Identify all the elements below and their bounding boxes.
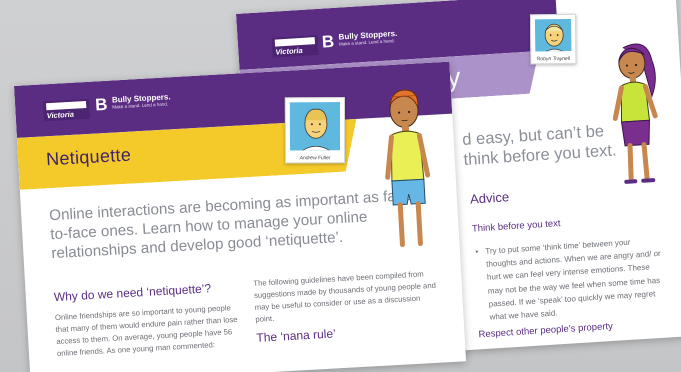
victoria-logo-text: Victoria [46,109,75,121]
author-photo: Andrew Fuller [284,97,346,164]
victoria-flag-icon [274,37,316,47]
advice-heading: Advice [469,189,510,207]
screenshot-stage: ully Victoria B Bully Stoppers. Make a s… [0,0,681,372]
victoria-flag-icon [46,101,87,111]
victoria-logo: Victoria [42,98,90,122]
bully-stoppers-mark-icon: B [321,31,335,52]
author-photo-caption: Robyn Traynell [536,55,571,63]
victoria-logo-text: Victoria [275,45,303,57]
respect-property-body: If a friend is willing to share the use … [492,337,670,361]
author-portrait-icon [534,18,572,52]
author-photo: Robyn Traynell [529,13,577,65]
front-fact-sheet: Netiquette Victoria B Bully Stoppers. Ma… [14,61,467,372]
nana-rule-heading: The ‘nana rule’ [256,326,337,345]
respect-property-heading: Respect other people’s property [478,320,614,341]
guidelines-body: The following guidelines have been compi… [253,269,437,324]
think-before-you-text-body: Try to put some ‘think time’ between you… [485,234,668,324]
author-photo-caption: Andrew Fuller [299,155,331,162]
boy-character-illustration [385,89,431,248]
why-netiquette-heading: Why do we need ‘netiquette’? [53,281,212,305]
why-netiquette-body: Online friendships are so important to y… [54,303,238,359]
bully-stoppers-mark-icon: B [94,94,108,115]
girl-character-illustration [612,43,658,184]
think-before-you-text-heading: Think before you text [471,218,561,235]
author-portrait-icon [289,102,341,151]
victoria-logo: Victoria [271,34,319,58]
